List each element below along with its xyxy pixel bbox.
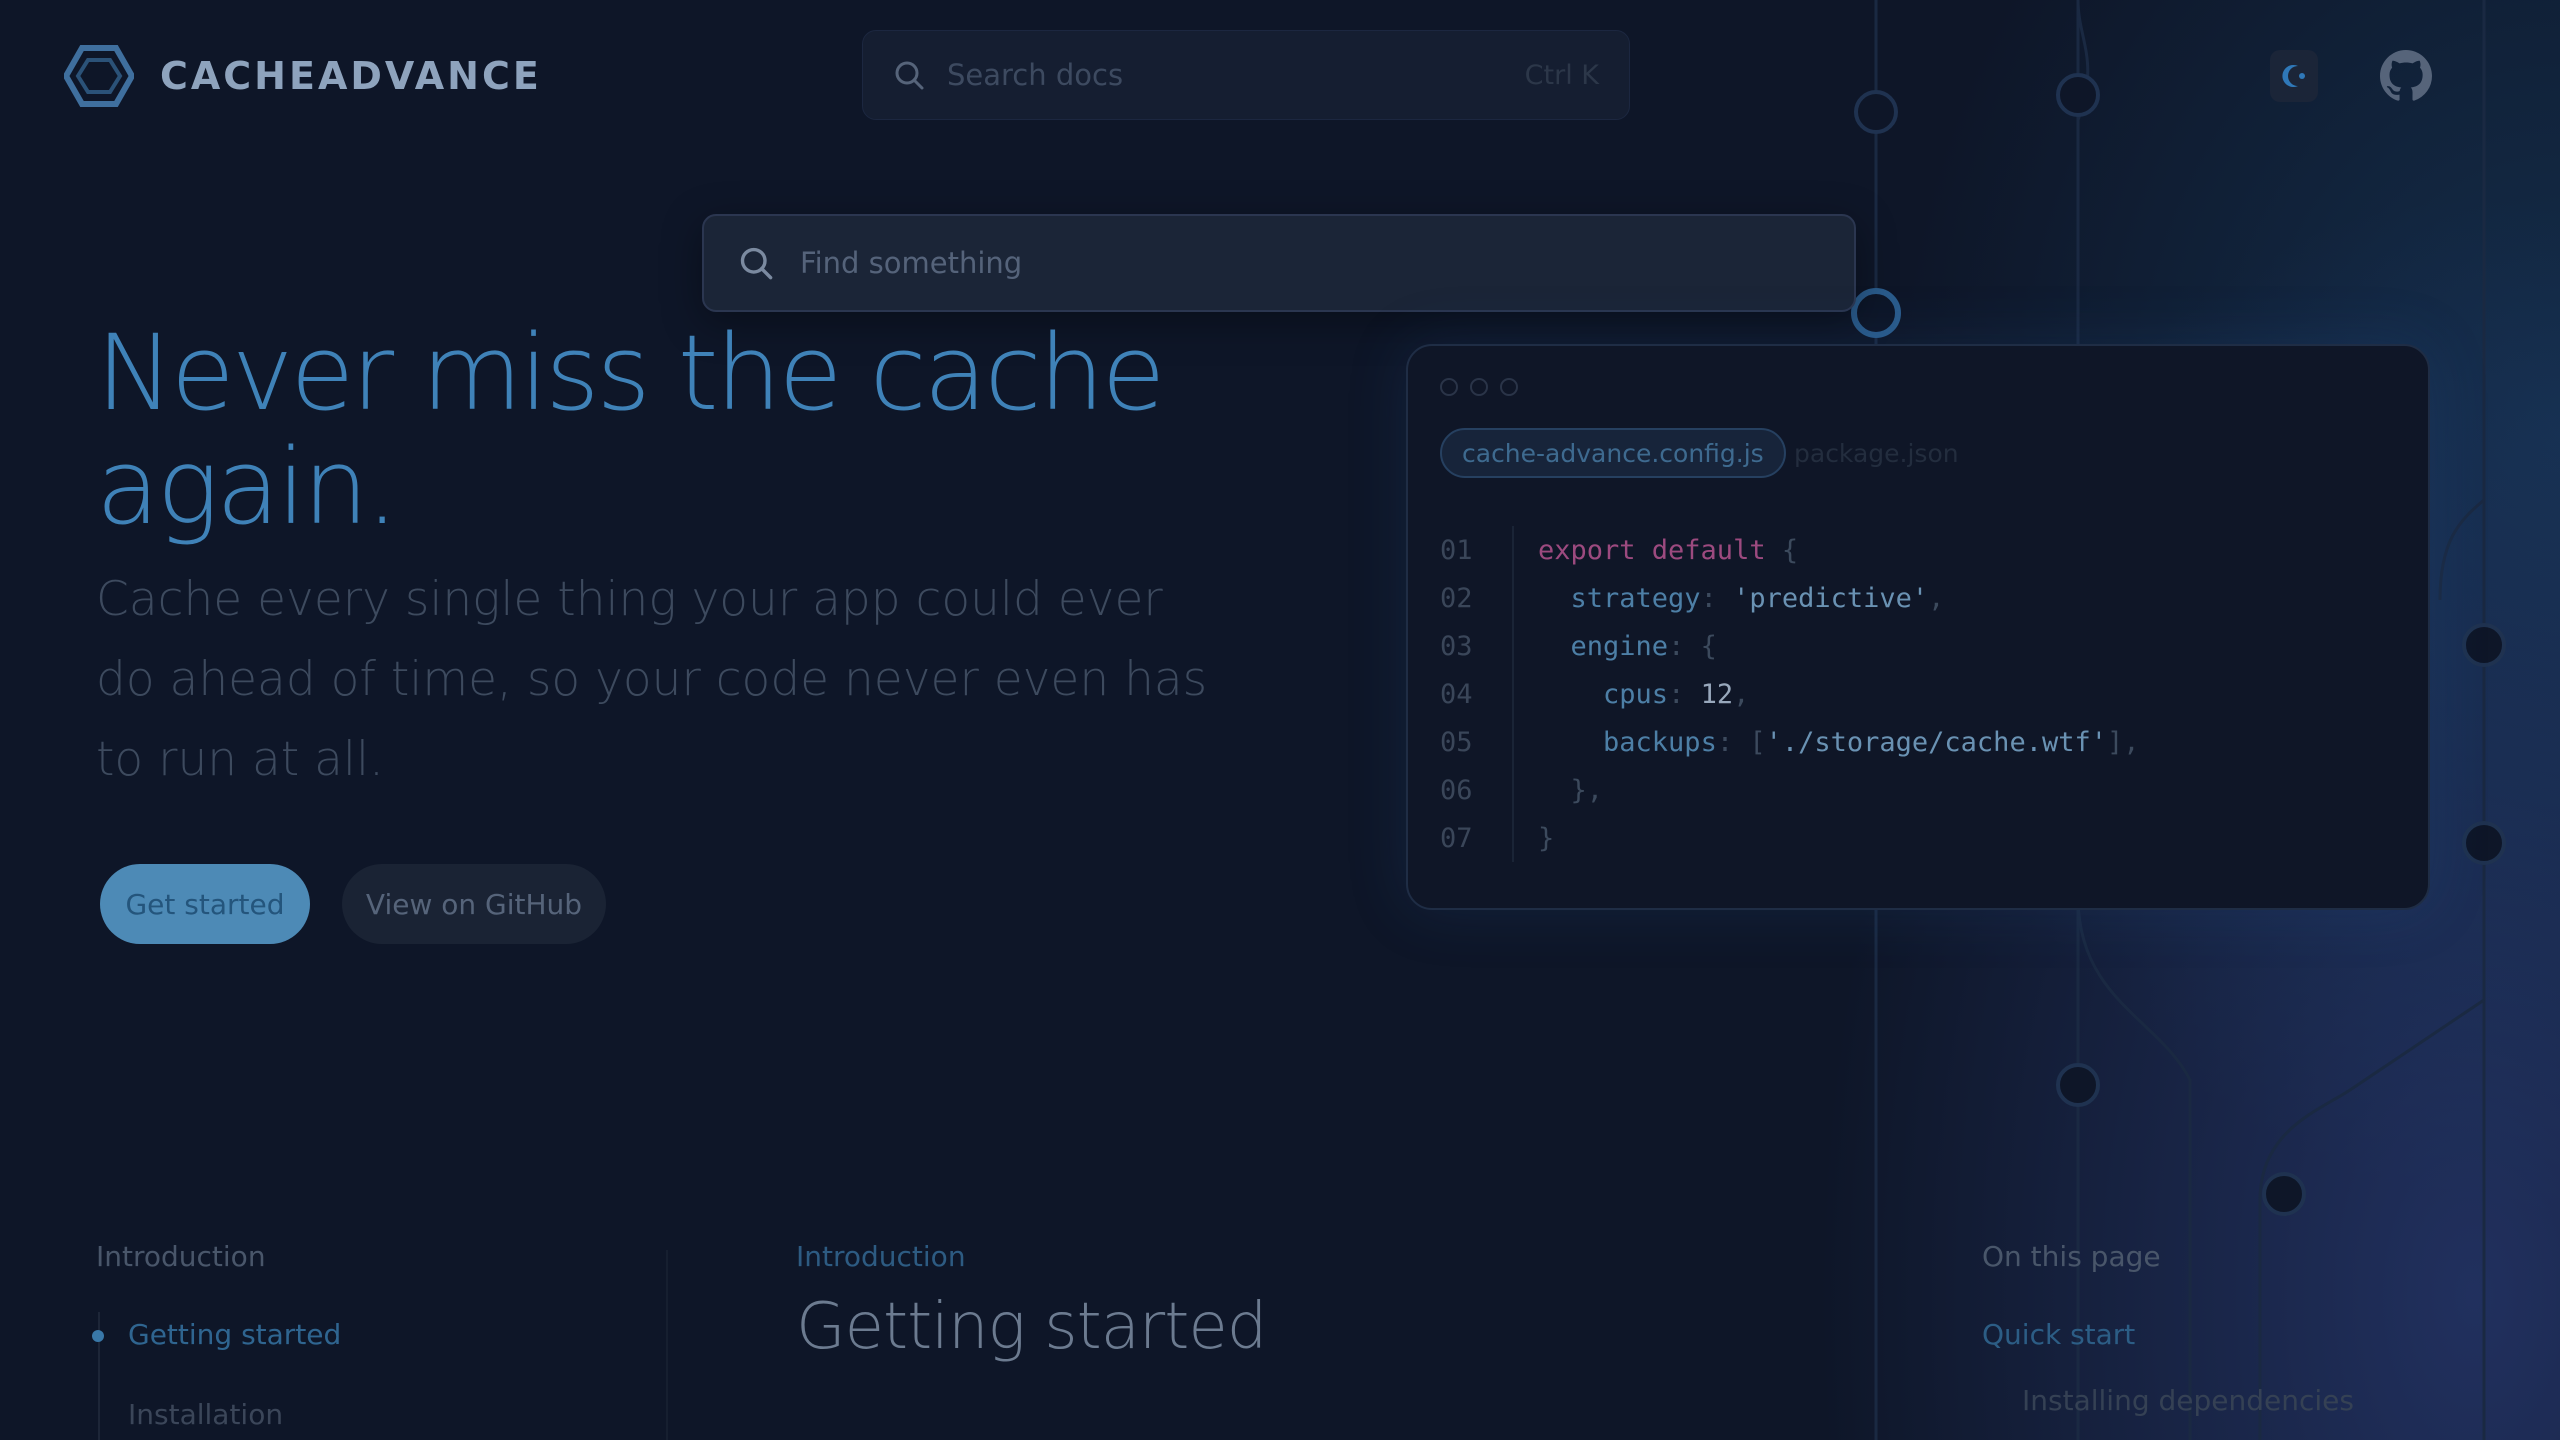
search-icon	[740, 247, 773, 280]
line-number: 01	[1440, 534, 1473, 566]
code-block: 01 export default { 02 strategy: 'predic…	[1440, 526, 2400, 862]
toc-item-installing-dependencies[interactable]: Installing dependencies	[2022, 1384, 2354, 1417]
code-line: 07 }	[1440, 814, 2400, 862]
line-number: 05	[1440, 726, 1473, 758]
tab-cache-advance-config[interactable]: cache-advance.config.js	[1440, 428, 1786, 478]
find-placeholder: Find something	[800, 246, 1023, 280]
line-number: 02	[1440, 582, 1473, 614]
code-punct: },	[1570, 774, 1604, 806]
toc-title: On this page	[1982, 1240, 2161, 1273]
hero-subtitle: Cache every single thing your app could …	[96, 572, 1208, 787]
hero-title-line-1: Never miss the cache	[96, 312, 1165, 434]
code-string: 'predictive'	[1733, 582, 1929, 614]
code-line: 02 strategy: 'predictive',	[1440, 582, 1945, 614]
code-line: 04 cpus: 12,	[1440, 678, 1750, 710]
code-punct: }	[1538, 822, 1555, 854]
docs-search-placeholder: Search docs	[947, 58, 1124, 92]
breadcrumb[interactable]: Introduction	[796, 1240, 966, 1273]
column-divider	[666, 1250, 668, 1440]
hero-title-line-2: again.	[96, 426, 399, 548]
sidebar-item-getting-started[interactable]: Getting started	[128, 1318, 341, 1351]
view-on-github-button[interactable]: View on GitHub	[342, 864, 606, 944]
toc-item-quick-start[interactable]: Quick start	[1982, 1318, 2135, 1351]
line-number: 07	[1440, 822, 1473, 854]
line-number: 04	[1440, 678, 1473, 710]
theme-toggle-button[interactable]	[2270, 50, 2318, 102]
search-shortcut-hint: Ctrl K	[1524, 59, 1599, 91]
sidebar-section-title: Introduction	[96, 1240, 266, 1273]
line-number: 06	[1440, 774, 1473, 806]
code-line: 01 export default {	[1440, 526, 2400, 574]
code-line: 03 engine: {	[1440, 630, 1717, 662]
tab-package-json[interactable]: package.json	[1794, 428, 1959, 478]
window-dot-icon	[1470, 378, 1488, 396]
code-line: 05 backups: ['./storage/cache.wtf'],	[1440, 726, 2140, 758]
code-gutter-divider	[1512, 526, 1514, 862]
window-dot-icon	[1440, 378, 1458, 396]
hero-title: Never miss the cache again.	[96, 316, 1196, 544]
line-number: 03	[1440, 630, 1473, 662]
docs-search-bar[interactable]: Search docs Ctrl K	[862, 30, 1630, 120]
window-dots	[1440, 378, 1518, 396]
github-icon[interactable]	[2380, 50, 2432, 102]
code-punct: {	[1700, 630, 1717, 662]
code-property: backups	[1603, 726, 1717, 758]
get-started-button[interactable]: Get started	[100, 864, 310, 944]
code-property: engine	[1570, 630, 1669, 662]
code-property: cpus	[1603, 678, 1669, 710]
logo-hexagon-icon	[64, 45, 134, 107]
theme-toggle-icon	[2282, 65, 2305, 87]
page-title: Getting started	[796, 1290, 1267, 1364]
search-icon	[895, 61, 924, 90]
active-indicator-icon	[92, 1330, 104, 1342]
sidebar-item-installation[interactable]: Installation	[128, 1398, 283, 1431]
code-property: strategy	[1570, 582, 1701, 614]
code-string: './storage/cache.wtf'	[1765, 726, 2107, 758]
find-something-search[interactable]: Find something	[702, 214, 1856, 312]
window-dot-icon	[1500, 378, 1518, 396]
code-preview-card: cache-advance.config.js package.json 01 …	[1406, 344, 2430, 910]
brand-name: CACHEADVANCE	[160, 54, 542, 98]
code-keyword: export default	[1538, 534, 1766, 566]
code-number: 12	[1700, 678, 1734, 710]
brand-logo[interactable]: CACHEADVANCE	[64, 44, 542, 108]
code-punct: {	[1781, 534, 1799, 566]
code-line: 06 },	[1440, 766, 2400, 814]
